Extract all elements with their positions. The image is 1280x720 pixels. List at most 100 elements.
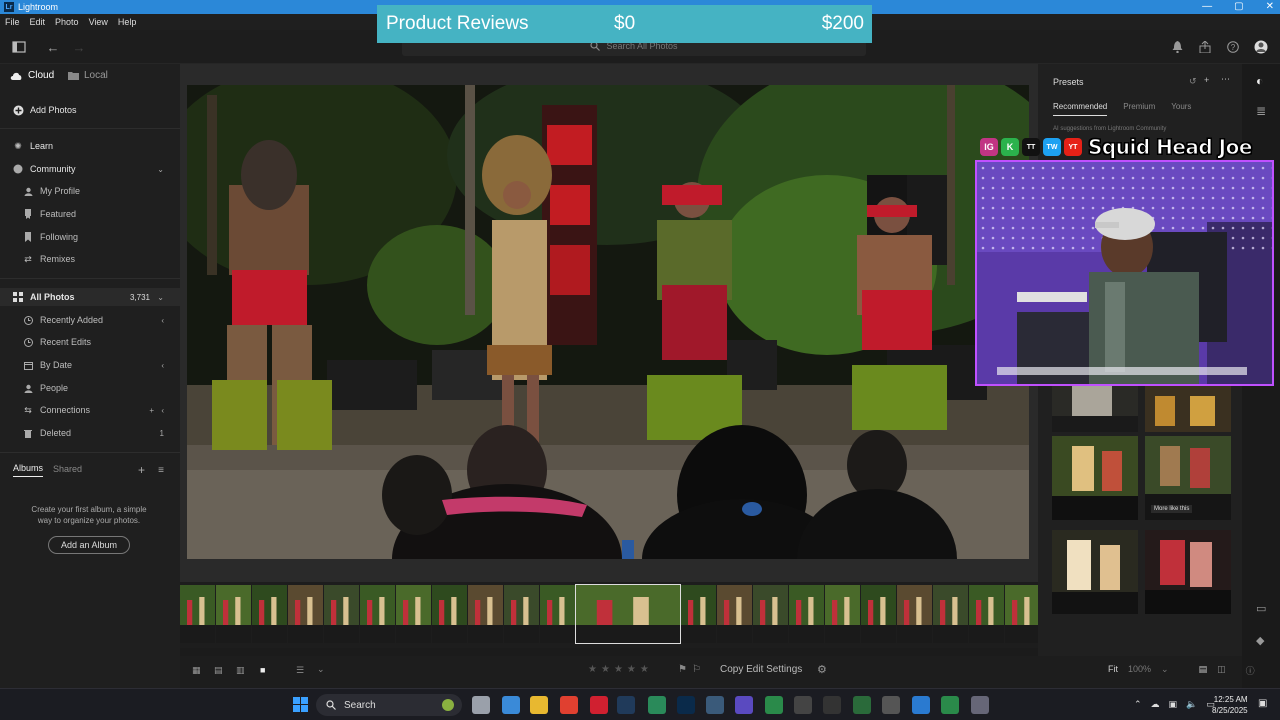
close-button[interactable]: ✕ [1266, 0, 1274, 14]
filmstrip-thumbnail[interactable] [396, 585, 431, 643]
menu-file[interactable]: File [5, 17, 20, 27]
app-icon[interactable] [735, 696, 753, 714]
star-icon[interactable]: ★ [601, 664, 610, 675]
filmstrip-thumbnail[interactable] [681, 585, 716, 643]
fit-button[interactable]: Fit [1108, 664, 1118, 677]
panel-toggle-icon[interactable] [10, 38, 28, 56]
filmstrip-thumbnail[interactable] [540, 585, 575, 643]
filmstrip-thumbnail[interactable] [897, 585, 932, 643]
filmstrip-thumbnail[interactable] [504, 585, 539, 643]
app-icon[interactable] [765, 696, 783, 714]
sidebar-item-recent-edits[interactable]: Recent Edits [0, 333, 180, 351]
star-icon[interactable]: ★ [588, 664, 597, 675]
gear-icon[interactable]: ⚙ [817, 663, 827, 676]
chrome-icon[interactable] [560, 696, 578, 714]
add-album-icon[interactable]: + [138, 463, 145, 477]
sidebar-item-by-date[interactable]: By Date ‹ [0, 356, 180, 374]
flag-reject-icon[interactable]: ⚐ [692, 664, 701, 675]
minimize-button[interactable]: — [1202, 0, 1212, 14]
app-icon[interactable] [882, 696, 900, 714]
preset-thumbnail[interactable] [1052, 530, 1138, 614]
system-clock[interactable]: 12:25 AM 8/25/2025 [1212, 694, 1248, 716]
compare-view-icon[interactable]: ▥ [236, 665, 245, 676]
account-avatar-icon[interactable] [1252, 38, 1270, 56]
filmstrip-thumbnail[interactable] [933, 585, 968, 643]
square-grid-icon[interactable]: ▦ [192, 665, 201, 676]
sidebar-item-featured[interactable]: Featured [0, 205, 180, 223]
photo-canvas[interactable] [180, 64, 1038, 582]
tray-chevron-up-icon[interactable]: ⌃ [1134, 699, 1142, 710]
steam-icon[interactable] [617, 696, 635, 714]
tab-premium[interactable]: Premium [1123, 102, 1155, 116]
app-icon[interactable] [823, 696, 841, 714]
filmstrip-thumbnail[interactable] [468, 585, 503, 643]
chevron-left-icon[interactable]: ‹ [161, 406, 164, 415]
preset-thumbnail[interactable] [1052, 436, 1138, 520]
menu-view[interactable]: View [89, 17, 108, 27]
tray-volume-icon[interactable]: 🔈 [1186, 699, 1197, 710]
sidebar-item-learn[interactable]: ✺ Learn [0, 137, 180, 155]
filmstrip[interactable] [180, 582, 1112, 648]
filmstrip-toggle-icon[interactable]: ▤ [1199, 664, 1208, 677]
copy-edit-settings-button[interactable]: Copy Edit Settings [720, 664, 802, 675]
tab-recommended[interactable]: Recommended [1053, 102, 1108, 116]
sidebar-item-community[interactable]: Community ⌄ [0, 160, 180, 178]
windows-start-icon[interactable] [293, 697, 309, 718]
star-icon[interactable]: ★ [627, 664, 636, 675]
app-icon[interactable] [648, 696, 666, 714]
preset-thumbnail[interactable] [1145, 530, 1231, 614]
menu-photo[interactable]: Photo [55, 17, 79, 27]
zoom-chevron-icon[interactable]: ⌄ [1161, 664, 1169, 677]
menu-help[interactable]: Help [118, 17, 137, 27]
tag-icon[interactable]: ◆ [1256, 634, 1264, 647]
filmstrip-thumbnail[interactable] [789, 585, 824, 643]
lightroom-icon[interactable] [677, 696, 695, 714]
add-photos-button[interactable]: Add Photos [0, 101, 180, 119]
app-icon[interactable] [794, 696, 812, 714]
edit-sliders-icon[interactable]: ≣ [1256, 104, 1266, 118]
settings-icon[interactable] [971, 696, 989, 714]
filmstrip-thumbnail[interactable] [753, 585, 788, 643]
filmstrip-thumbnail-selected[interactable] [575, 584, 681, 644]
file-explorer-icon[interactable] [530, 696, 548, 714]
add-preset-icon[interactable]: + [1204, 75, 1209, 85]
sort-lines-icon[interactable]: ☰ [296, 665, 304, 676]
star-rating[interactable]: ★ ★ ★ ★ ★ [588, 664, 649, 675]
task-view-icon[interactable] [472, 696, 490, 714]
help-icon[interactable]: ? [1224, 38, 1242, 56]
detail-view-icon[interactable]: ■ [260, 665, 265, 675]
sidebar-item-my-profile[interactable]: My Profile [0, 182, 180, 200]
reset-icon[interactable]: ↺ [1189, 76, 1197, 87]
sidebar-item-deleted[interactable]: Deleted 1 [0, 424, 180, 442]
taskbar-search[interactable]: Search [316, 694, 462, 716]
filmstrip-thumbnail[interactable] [360, 585, 395, 643]
notification-icon[interactable]: ▣ [1258, 698, 1267, 709]
chevron-down-icon[interactable]: ⌄ [157, 165, 164, 174]
filmstrip-thumbnail[interactable] [1005, 585, 1040, 643]
tray-network-icon[interactable]: ▣ [1169, 699, 1178, 710]
maximize-button[interactable]: ▢ [1234, 0, 1243, 14]
filmstrip-thumbnail[interactable] [288, 585, 323, 643]
more-options-icon[interactable]: ⋯ [1221, 74, 1230, 85]
star-icon[interactable]: ★ [640, 664, 649, 675]
sidebar-item-following[interactable]: Following [0, 228, 180, 246]
app-icon[interactable] [912, 696, 930, 714]
add-connection-icon[interactable]: + [149, 406, 154, 415]
presets-tool-icon[interactable]: ◐ [1256, 74, 1263, 88]
filmstrip-thumbnail[interactable] [216, 585, 251, 643]
opera-icon[interactable] [590, 696, 608, 714]
sidebar-item-remixes[interactable]: ⇄ Remixes [0, 250, 180, 268]
app-icon[interactable] [941, 696, 959, 714]
tab-albums[interactable]: Albums [13, 463, 44, 477]
tray-cloud-icon[interactable]: ☁ [1151, 699, 1160, 710]
tab-yours[interactable]: Yours [1171, 102, 1191, 116]
before-after-icon[interactable]: ◫ [1217, 664, 1226, 677]
chevron-left-icon[interactable]: ‹ [161, 316, 164, 325]
sidebar-item-connections[interactable]: ⇆ Connections + ‹ [0, 401, 180, 419]
tab-shared[interactable]: Shared [53, 464, 82, 477]
tab-local[interactable]: Local [68, 70, 108, 81]
filmstrip-thumbnail[interactable] [825, 585, 860, 643]
app-icon[interactable] [706, 696, 724, 714]
bell-icon[interactable] [1168, 38, 1186, 56]
back-arrow-icon[interactable]: ← [44, 38, 62, 56]
